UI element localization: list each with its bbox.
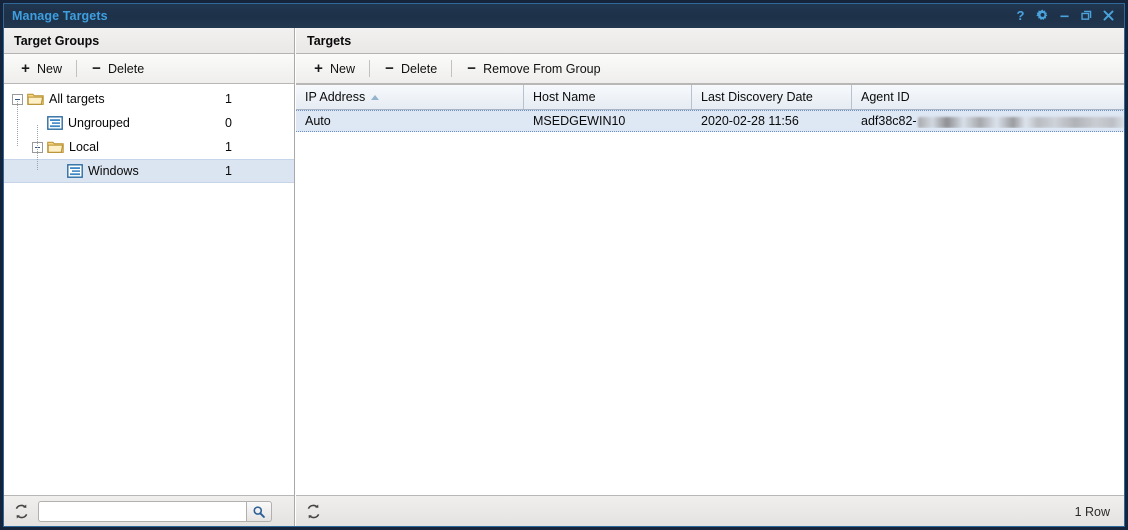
folder-icon-wrap: [27, 92, 49, 106]
group-list-icon-wrap: [67, 164, 88, 178]
help-button[interactable]: ?: [1014, 8, 1027, 24]
new-group-button[interactable]: + New: [13, 60, 69, 78]
column-header-host-name[interactable]: Host Name: [524, 85, 692, 109]
gear-icon[interactable]: [1036, 8, 1049, 24]
toolbar-separator: [76, 60, 78, 77]
window-controls: ?: [1014, 8, 1119, 24]
tree-item-count: 1: [225, 92, 232, 106]
window-titlebar[interactable]: Manage Targets ?: [3, 3, 1125, 28]
window-title: Manage Targets: [12, 8, 108, 23]
target-groups-statusbar: [3, 495, 294, 527]
target-groups-caption: Target Groups: [3, 28, 294, 54]
tree-connector: [17, 101, 18, 146]
tree-item-label: All targets: [49, 92, 105, 106]
tree-item-windows[interactable]: Windows 1: [3, 159, 294, 183]
column-header-ip-address[interactable]: IP Address: [296, 85, 524, 109]
table-row[interactable]: Auto MSEDGEWIN10 2020-02-28 11:56 adf38c82-: [296, 110, 1125, 132]
delete-target-label: Delete: [401, 61, 438, 76]
tree-item-count: 0: [225, 116, 232, 130]
main-split: Target Groups + New − Delete All targets…: [3, 28, 1125, 527]
column-header-label: Last Discovery Date: [701, 90, 813, 104]
folder-icon-wrap: [47, 140, 69, 154]
refresh-icon[interactable]: [13, 503, 30, 520]
cell-text: Auto: [305, 114, 331, 128]
row-count-label: 1 Row: [1074, 504, 1110, 519]
cell-last-discovery-date: 2020-02-28 11:56: [692, 114, 852, 128]
close-icon[interactable]: [1102, 8, 1115, 24]
sort-ascending-icon: [371, 94, 380, 100]
column-header-label: IP Address: [305, 90, 366, 104]
cell-text: MSEDGEWIN10: [533, 114, 626, 128]
new-group-label: New: [37, 61, 63, 76]
column-header-last-discovery-date[interactable]: Last Discovery Date: [692, 85, 852, 109]
toolbar-separator: [369, 60, 371, 77]
group-search-box: [38, 501, 272, 522]
targets-table-header: IP Address Host Name Last Discovery Date Ag…: [296, 85, 1125, 110]
tree-item-ungrouped[interactable]: Ungrouped 0: [3, 111, 294, 135]
cell-text: adf38c82-: [861, 114, 917, 128]
plus-icon: +: [314, 59, 323, 77]
new-target-button[interactable]: + New: [306, 60, 362, 78]
minus-icon: −: [92, 59, 101, 77]
minus-icon: −: [467, 59, 477, 77]
targets-statusbar: 1 Row: [296, 495, 1125, 527]
tree-item-label: Windows: [88, 164, 139, 178]
cell-host-name: MSEDGEWIN10: [524, 114, 692, 128]
target-groups-tree[interactable]: All targets 1 Ungrouped 0 Local 1 Windows 1: [3, 84, 294, 495]
cell-text: 2020-02-28 11:56: [701, 114, 799, 128]
search-input[interactable]: [38, 501, 246, 522]
column-header-label: Host Name: [533, 90, 596, 104]
delete-target-button[interactable]: − Delete: [377, 60, 444, 78]
tree-item-count: 1: [225, 140, 232, 154]
remove-from-group-button[interactable]: − Remove From Group: [459, 60, 607, 78]
targets-table: IP Address Host Name Last Discovery Date Ag…: [296, 84, 1125, 495]
targets-pane: Targets + New − Delete − Remove From Gro…: [295, 28, 1125, 527]
minimize-button[interactable]: [1058, 8, 1071, 24]
toolbar-separator: [451, 60, 453, 77]
tree-item-local[interactable]: Local 1: [3, 135, 294, 159]
folder-icon: [27, 93, 44, 105]
group-list-icon: [67, 164, 83, 178]
manage-targets-window: Manage Targets ? Target Groups + New − D…: [0, 0, 1128, 530]
restore-button[interactable]: [1080, 8, 1093, 24]
tree-connector: [37, 125, 38, 170]
tree-item-label: Ungrouped: [68, 116, 130, 130]
cell-agent-id-prefix: adf38c82-: [852, 114, 1125, 128]
targets-table-body[interactable]: Auto MSEDGEWIN10 2020-02-28 11:56 adf38c82-: [296, 110, 1125, 495]
target-groups-toolbar: + New − Delete: [3, 54, 294, 84]
minus-icon: −: [385, 59, 394, 77]
new-target-label: New: [330, 61, 356, 76]
delete-group-button[interactable]: − Delete: [84, 60, 151, 78]
tree-item-count: 1: [225, 164, 232, 178]
cell-ip-address: Auto: [296, 114, 524, 128]
tree-item-label: Local: [69, 140, 99, 154]
targets-toolbar: + New − Delete − Remove From Group: [296, 54, 1125, 84]
group-list-icon: [47, 116, 63, 130]
targets-caption: Targets: [296, 28, 1125, 54]
tree-item-all-targets[interactable]: All targets 1: [3, 87, 294, 111]
search-button[interactable]: [246, 501, 272, 522]
folder-icon: [47, 141, 64, 153]
column-header-agent-id[interactable]: Agent ID: [852, 85, 1125, 109]
remove-from-group-label: Remove From Group: [483, 61, 601, 76]
plus-icon: +: [21, 59, 30, 77]
refresh-icon[interactable]: [305, 503, 322, 520]
group-list-icon-wrap: [47, 116, 68, 130]
redacted-agent-id: [917, 116, 1125, 128]
column-header-label: Agent ID: [861, 90, 910, 104]
delete-group-label: Delete: [108, 61, 145, 76]
target-groups-pane: Target Groups + New − Delete All targets…: [3, 28, 295, 527]
magnifier-icon: [253, 505, 265, 518]
